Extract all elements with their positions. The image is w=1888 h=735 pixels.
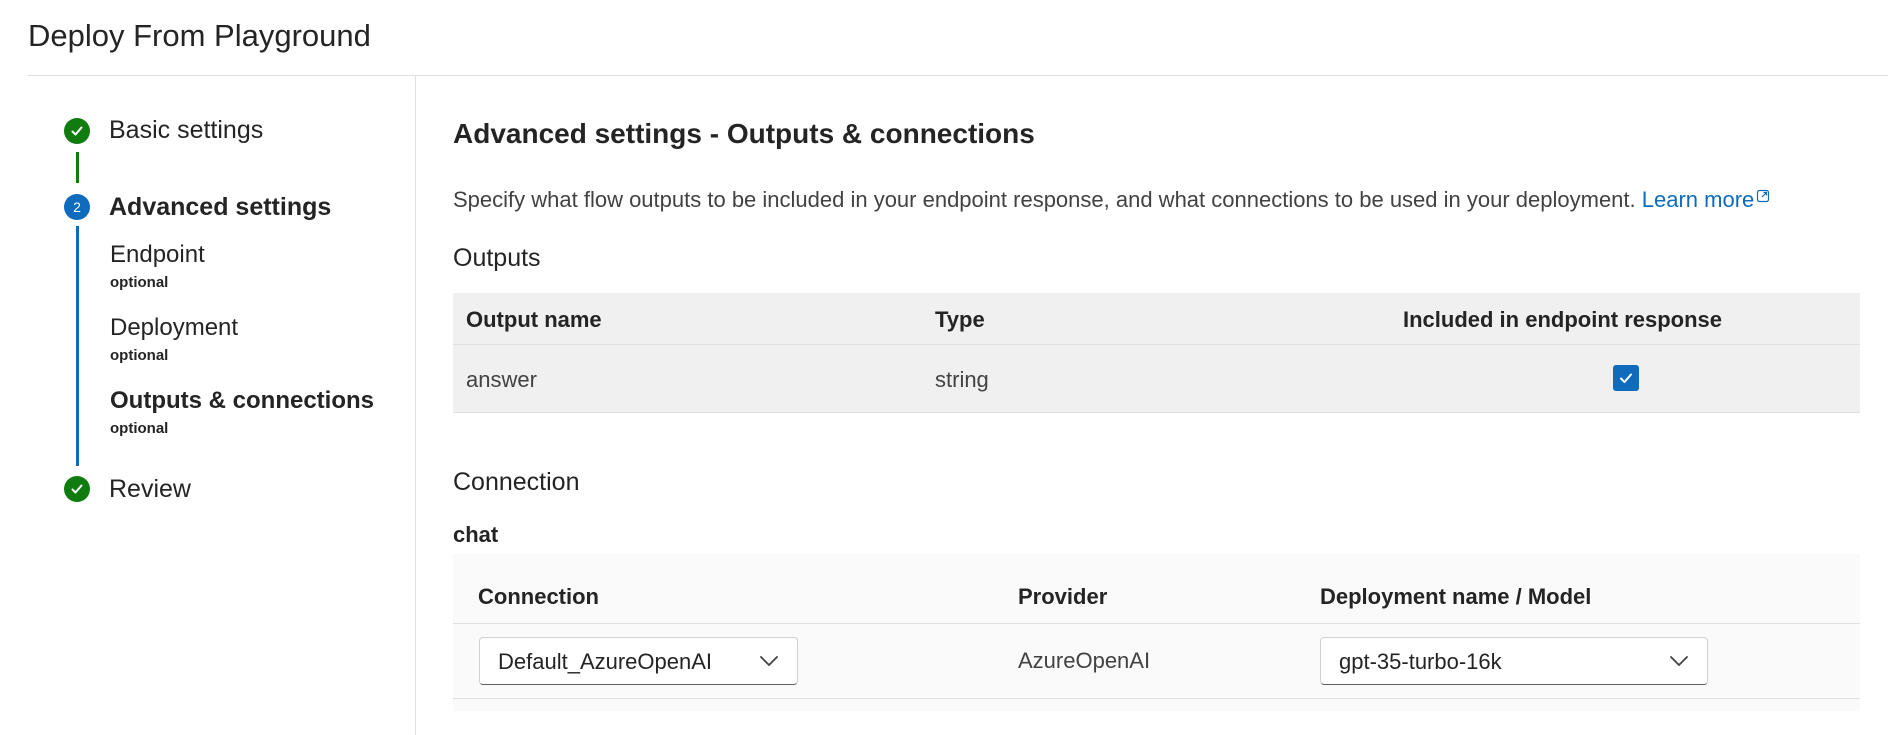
- substep-deployment[interactable]: Deployment: [110, 314, 238, 342]
- outputs-table: Output name Type Included in endpoint re…: [453, 293, 1860, 413]
- learn-more-link[interactable]: Learn more: [1642, 187, 1771, 212]
- check-icon: [71, 126, 83, 136]
- deploy-page: Deploy From Playground Basic settings 2 …: [0, 0, 1888, 735]
- step-connector-active: [76, 226, 79, 466]
- nav-divider: [415, 76, 416, 735]
- section-heading: Advanced settings - Outputs & connection…: [453, 118, 1035, 149]
- provider-cell: AzureOpenAI: [1018, 648, 1151, 673]
- column-header-provider: Provider: [1018, 584, 1108, 609]
- step-basic-settings[interactable]: Basic settings: [109, 116, 263, 145]
- connection-dropdown-value: Default_AzureOpenAI: [498, 649, 713, 674]
- check-icon: [1620, 373, 1632, 383]
- step-review[interactable]: Review: [109, 475, 191, 504]
- step-connector: [76, 152, 79, 183]
- description-text: Specify what flow outputs to be included…: [453, 187, 1636, 212]
- column-header-connection: Connection: [478, 584, 599, 609]
- connection-group-label: chat: [453, 522, 499, 547]
- chevron-down-icon: [1670, 656, 1688, 666]
- output-type-cell: string: [935, 367, 989, 392]
- step-advanced-settings[interactable]: Advanced settings: [109, 193, 331, 222]
- model-dropdown[interactable]: gpt-35-turbo-16k: [1320, 637, 1708, 685]
- connection-table-header: [453, 554, 1860, 624]
- model-dropdown-value: gpt-35-turbo-16k: [1339, 649, 1502, 674]
- column-header-output-name: Output name: [466, 307, 602, 332]
- check-icon: [71, 484, 83, 494]
- connection-dropdown[interactable]: Default_AzureOpenAI: [479, 637, 798, 685]
- description: Specify what flow outputs to be included…: [453, 187, 1770, 213]
- chevron-down-icon: [760, 656, 778, 666]
- output-name-cell: answer: [466, 367, 537, 392]
- connection-table: Connection Provider Deployment name / Mo…: [453, 554, 1860, 711]
- substep-endpoint[interactable]: Endpoint: [110, 241, 205, 269]
- title-divider: [28, 75, 1888, 76]
- substep-endpoint-note: optional: [110, 274, 169, 291]
- page-title: Deploy From Playground: [28, 18, 371, 53]
- column-header-deployment-model: Deployment name / Model: [1320, 584, 1592, 609]
- connection-heading: Connection: [453, 468, 580, 496]
- step-number-badge: 2: [64, 194, 90, 220]
- substep-deployment-note: optional: [110, 347, 169, 364]
- step-complete-icon: [64, 118, 90, 144]
- column-header-included: Included in endpoint response: [1403, 307, 1723, 332]
- included-checkbox[interactable]: [1613, 365, 1639, 391]
- column-header-type: Type: [935, 307, 985, 332]
- substep-outputs-connections[interactable]: Outputs & connections: [110, 387, 374, 415]
- external-link-icon: [1757, 189, 1770, 203]
- step-complete-icon: [64, 476, 90, 502]
- row-divider: [453, 698, 1860, 699]
- substep-outputs-connections-note: optional: [110, 420, 169, 437]
- outputs-heading: Outputs: [453, 244, 541, 272]
